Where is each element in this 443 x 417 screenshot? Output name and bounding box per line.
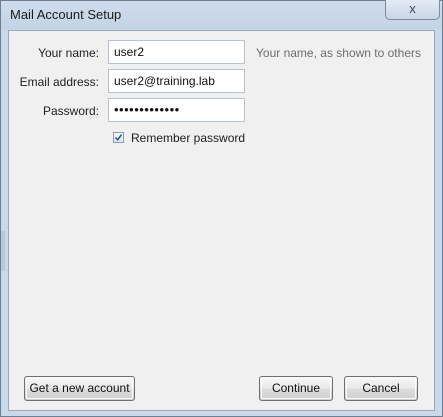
continue-label: Continue	[271, 381, 321, 395]
email-address-label: Email address:	[19, 75, 99, 89]
your-name-input[interactable]: user2	[108, 40, 245, 64]
your-name-label: Your name:	[38, 46, 99, 60]
password-masked-value: •••••••••••••	[114, 102, 180, 117]
get-new-account-button[interactable]: Get a new account	[24, 376, 135, 401]
mail-account-setup-window: Mail Account Setup x Your name: user2 Yo…	[0, 0, 443, 417]
your-name-hint: Your name, as shown to others	[256, 46, 421, 60]
cancel-button[interactable]: Cancel	[344, 376, 418, 401]
close-icon: x	[409, 1, 416, 16]
remember-password-checkbox[interactable]	[113, 132, 124, 143]
your-name-value: user2	[114, 45, 145, 59]
checkmark-icon	[114, 134, 123, 142]
get-new-account-label: Get a new account	[29, 381, 130, 395]
window-left-edge[interactable]	[1, 231, 5, 271]
email-address-value: user2@training.lab	[114, 74, 215, 88]
email-address-input[interactable]: user2@training.lab	[108, 69, 245, 93]
remember-password-label[interactable]: Remember password	[131, 131, 245, 145]
password-label: Password:	[42, 104, 99, 118]
title-bar[interactable]: Mail Account Setup x	[1, 0, 442, 29]
window-title: Mail Account Setup	[10, 7, 122, 22]
dialog-body: Your name: user2 Your name, as shown to …	[8, 30, 435, 411]
continue-button[interactable]: Continue	[259, 376, 333, 401]
close-button[interactable]: x	[385, 0, 440, 20]
cancel-label: Cancel	[362, 381, 400, 395]
password-input[interactable]: •••••••••••••	[108, 98, 245, 122]
